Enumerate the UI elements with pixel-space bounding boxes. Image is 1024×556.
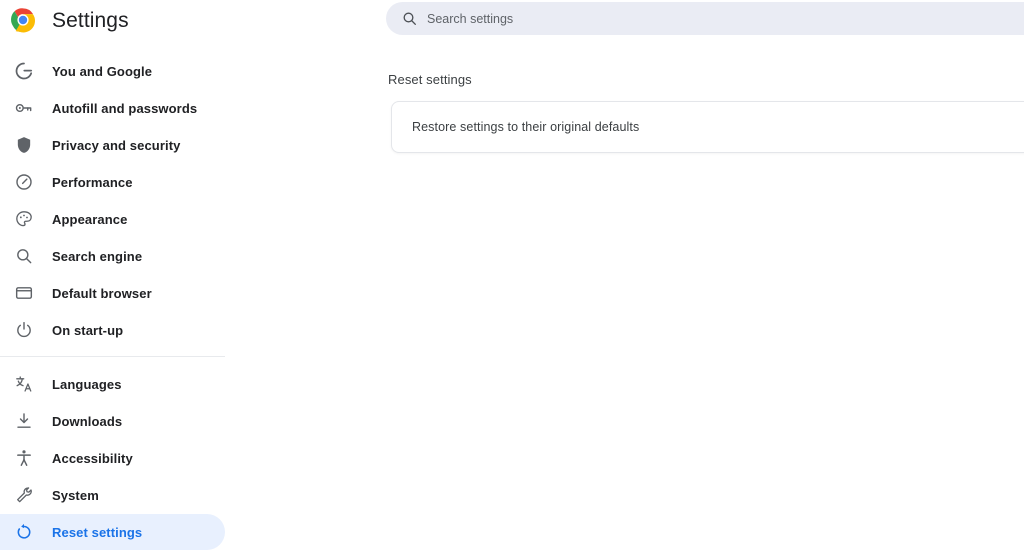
chrome-logo-icon xyxy=(11,8,35,33)
sidebar-item-label: Performance xyxy=(52,174,133,190)
sidebar-item-default-browser[interactable]: Default browser xyxy=(0,275,225,311)
restore-defaults-label: Restore settings to their original defau… xyxy=(412,120,640,134)
sidebar-item-label: Autofill and passwords xyxy=(52,100,198,116)
browser-window-icon xyxy=(14,283,34,303)
shield-icon xyxy=(14,135,34,155)
sidebar-item-label: System xyxy=(52,487,99,503)
sidebar-group-secondary: Languages Downloads Accessibility System… xyxy=(0,366,240,550)
sidebar-item-you-and-google[interactable]: You and Google xyxy=(0,53,225,89)
sidebar-item-label: Search engine xyxy=(52,248,143,264)
sidebar-group-primary: You and Google Autofill and passwords Pr… xyxy=(0,53,240,348)
sidebar: Settings You and Google Autofill and pas… xyxy=(0,0,240,556)
sidebar-nav: You and Google Autofill and passwords Pr… xyxy=(0,53,240,551)
magnifier-icon xyxy=(14,246,34,266)
main-content: Reset settings Restore settings to their… xyxy=(240,0,1024,556)
sidebar-item-languages[interactable]: Languages xyxy=(0,366,225,402)
sidebar-item-label: Languages xyxy=(52,376,122,392)
sidebar-item-system[interactable]: System xyxy=(0,477,225,513)
sidebar-item-label: Downloads xyxy=(52,413,123,429)
settings-page: Settings You and Google Autofill and pas… xyxy=(0,0,1024,556)
sidebar-divider xyxy=(0,356,225,357)
sidebar-item-appearance[interactable]: Appearance xyxy=(0,201,225,237)
sidebar-item-on-start-up[interactable]: On start-up xyxy=(0,312,225,348)
sidebar-item-accessibility[interactable]: Accessibility xyxy=(0,440,225,476)
restore-defaults-row[interactable]: Restore settings to their original defau… xyxy=(392,102,1024,152)
reset-icon xyxy=(14,522,34,542)
search-input[interactable] xyxy=(427,2,1024,35)
search-icon xyxy=(401,10,418,27)
sidebar-item-label: Privacy and security xyxy=(52,137,181,153)
download-icon xyxy=(14,411,34,431)
search-bar[interactable] xyxy=(386,2,1024,35)
reset-settings-card: Restore settings to their original defau… xyxy=(391,101,1024,153)
sidebar-item-search-engine[interactable]: Search engine xyxy=(0,238,225,274)
palette-icon xyxy=(14,209,34,229)
power-icon xyxy=(14,320,34,340)
sidebar-item-label: Reset settings xyxy=(52,524,143,540)
sidebar-item-label: Default browser xyxy=(52,285,152,301)
key-icon xyxy=(14,98,34,118)
accessibility-icon xyxy=(14,448,34,468)
sidebar-item-autofill-and-passwords[interactable]: Autofill and passwords xyxy=(0,90,225,126)
speedometer-icon xyxy=(14,172,34,192)
section-title: Reset settings xyxy=(388,72,472,87)
sidebar-item-label: On start-up xyxy=(52,322,124,338)
sidebar-item-label: Appearance xyxy=(52,211,128,227)
google-g-icon xyxy=(14,61,34,81)
sidebar-item-label: You and Google xyxy=(52,63,153,79)
sidebar-item-performance[interactable]: Performance xyxy=(0,164,225,200)
sidebar-item-downloads[interactable]: Downloads xyxy=(0,403,225,439)
translate-icon xyxy=(14,374,34,394)
page-title: Settings xyxy=(52,8,129,32)
sidebar-item-reset-settings[interactable]: Reset settings xyxy=(0,514,225,550)
sidebar-item-label: Accessibility xyxy=(52,450,133,466)
sidebar-item-privacy-and-security[interactable]: Privacy and security xyxy=(0,127,225,163)
brand-header: Settings xyxy=(0,0,240,40)
wrench-icon xyxy=(14,485,34,505)
